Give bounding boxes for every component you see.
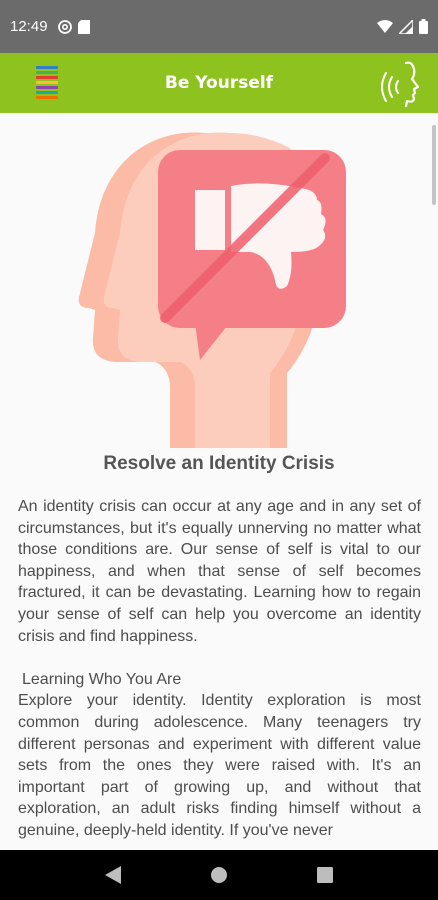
striped-menu-icon[interactable] [36, 66, 58, 100]
sd-card-icon [77, 19, 90, 34]
article-title: Resolve an Identity Crisis [103, 453, 335, 474]
speaking-head-icon[interactable] [380, 59, 426, 108]
signal-icon [399, 19, 413, 34]
at-sign-icon [57, 19, 72, 34]
status-bar: 12:49 [0, 0, 438, 53]
article-intro-paragraph: An identity crisis can occur at any age … [18, 498, 421, 645]
wifi-icon [377, 20, 393, 33]
status-time: 12:49 [10, 18, 48, 35]
scrollbar-thumb[interactable] [432, 125, 436, 205]
app-title: Be Yourself [164, 73, 274, 93]
battery-icon [419, 19, 428, 34]
recents-square-icon[interactable] [305, 855, 345, 895]
app-bar: Be Yourself [0, 53, 438, 113]
home-circle-icon[interactable] [199, 855, 239, 895]
article-body: An identity crisis can occur at any age … [18, 496, 421, 842]
head-with-crossed-thumbs-down-icon [55, 128, 355, 448]
section-body-paragraph: Explore your identity. Identity explorat… [18, 692, 421, 839]
article-scroll-view[interactable]: Resolve an Identity Crisis An identity c… [0, 113, 438, 850]
status-notification-icons [57, 19, 90, 34]
status-system-icons [377, 19, 428, 34]
system-nav-bar [0, 850, 438, 900]
section-heading: Learning Who You Are [22, 670, 182, 688]
back-triangle-icon[interactable] [93, 855, 133, 895]
